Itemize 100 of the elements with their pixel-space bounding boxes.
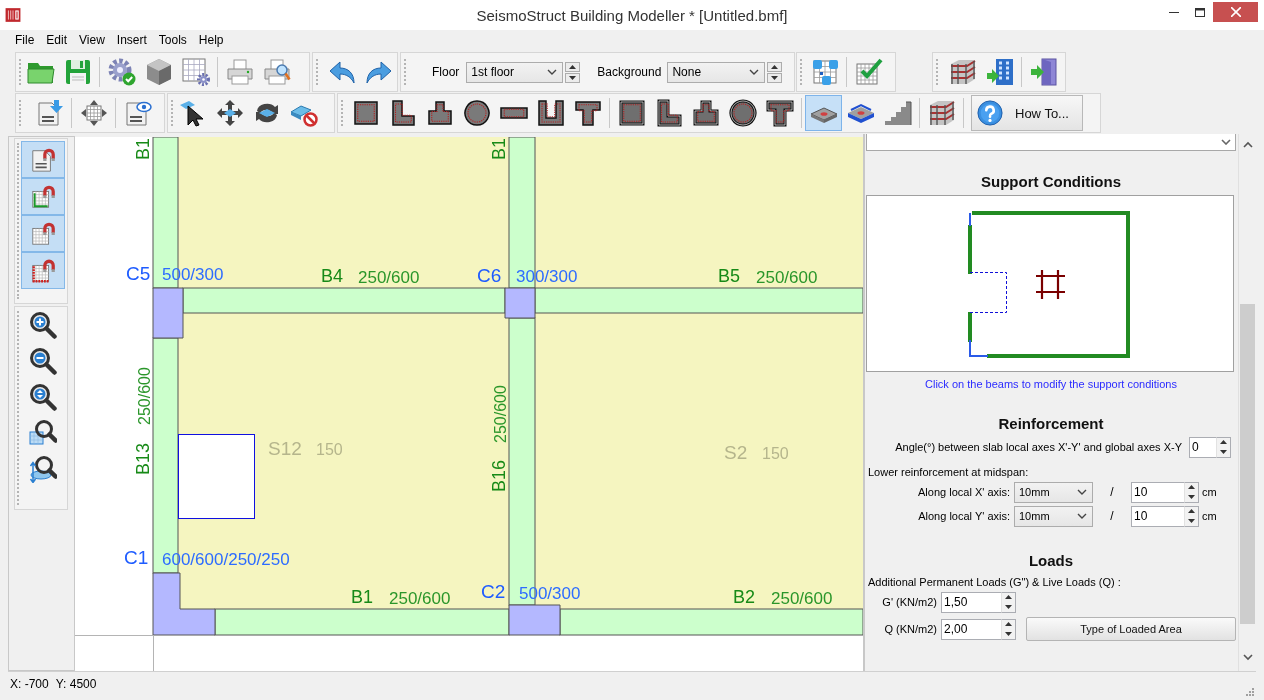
spin-down-button[interactable] bbox=[565, 72, 581, 83]
document-arrow-icon[interactable] bbox=[35, 99, 64, 127]
building-arrow-icon[interactable] bbox=[985, 58, 1014, 86]
spacing-field[interactable]: 10 bbox=[1131, 505, 1184, 527]
grid-arrows-icon[interactable] bbox=[79, 99, 108, 127]
caret-up-icon bbox=[1188, 509, 1195, 514]
menu-item[interactable]: View bbox=[73, 30, 111, 50]
caret-up-icon bbox=[569, 64, 577, 69]
scroll-down-icon[interactable] bbox=[1242, 654, 1253, 661]
beam-label: B13 bbox=[133, 442, 153, 475]
spinner-arrows[interactable] bbox=[1001, 591, 1016, 613]
resize-grip-icon[interactable] bbox=[1244, 686, 1254, 696]
column[interactable] bbox=[152, 572, 216, 636]
building-frame-icon[interactable] bbox=[948, 58, 977, 86]
menu-item[interactable]: Help bbox=[192, 30, 230, 50]
numbered-grid-icon[interactable] bbox=[810, 58, 839, 86]
zoom-out-icon[interactable] bbox=[29, 347, 57, 375]
bar-size-dropdown[interactable]: 10mm bbox=[1014, 505, 1093, 527]
magnifier-grid-icon[interactable] bbox=[29, 419, 57, 447]
scrollbar[interactable] bbox=[1238, 134, 1256, 671]
field-label: Along local Y' axis: bbox=[917, 510, 1011, 522]
printer-magnifier-icon[interactable] bbox=[262, 58, 291, 86]
beam-label: B5 bbox=[718, 266, 741, 286]
menu-item[interactable]: Insert bbox=[110, 30, 153, 50]
t-section-icon bbox=[765, 99, 794, 127]
snap-toggle-button[interactable] bbox=[21, 215, 65, 252]
slab-edge[interactable] bbox=[969, 340, 988, 357]
spinner-arrows[interactable] bbox=[1216, 436, 1231, 458]
opening-outline bbox=[969, 272, 1007, 313]
column-label: C2 bbox=[481, 581, 506, 602]
app-icon bbox=[5, 7, 21, 23]
column-label: C1 bbox=[124, 547, 149, 568]
undo-icon[interactable] bbox=[327, 58, 356, 86]
spinner-arrows[interactable] bbox=[1184, 505, 1199, 527]
bar-size-dropdown[interactable]: 10mm bbox=[1014, 481, 1093, 503]
spin-up-button[interactable] bbox=[767, 61, 783, 72]
floor-dropdown[interactable]: 1st floor bbox=[466, 61, 564, 83]
minimize-icon[interactable] bbox=[1169, 11, 1179, 13]
magnifier-arrows-icon[interactable] bbox=[29, 383, 57, 411]
column-section-label: 300/300 bbox=[516, 267, 578, 286]
support-diagram[interactable] bbox=[866, 195, 1234, 372]
status-text: X: -700 bbox=[10, 677, 49, 691]
beam-section-label: 250/600 bbox=[135, 367, 153, 425]
section-heading: Loads bbox=[1027, 551, 1075, 571]
door-arrow-icon[interactable] bbox=[1029, 58, 1058, 86]
grid-check-icon[interactable] bbox=[854, 58, 883, 86]
maximize-icon[interactable] bbox=[1195, 7, 1205, 17]
scroll-up-icon[interactable] bbox=[1242, 141, 1253, 148]
caret-down-icon bbox=[1188, 494, 1195, 499]
column-label: C5 bbox=[126, 263, 151, 284]
magnifier-layer-icon[interactable] bbox=[29, 455, 57, 483]
document-eye-icon[interactable] bbox=[123, 99, 152, 127]
angle-field[interactable]: 0 bbox=[1189, 436, 1216, 458]
field-label: G' (KN/m2) bbox=[881, 596, 938, 608]
slab-label: S2 bbox=[724, 442, 748, 463]
menu-item[interactable]: Edit bbox=[40, 30, 74, 50]
load-field[interactable]: 1,50 bbox=[941, 591, 1001, 613]
background-dropdown[interactable]: None bbox=[667, 61, 766, 83]
snap-toggle-button[interactable] bbox=[21, 178, 65, 215]
gear-check-icon[interactable] bbox=[107, 58, 136, 86]
square-section-icon bbox=[351, 99, 380, 127]
circular-section-icon bbox=[728, 99, 757, 127]
spinner-arrows[interactable] bbox=[1184, 481, 1199, 503]
beam-section-label: 250/600 bbox=[771, 589, 833, 608]
how-to-button[interactable]: How To... bbox=[971, 95, 1083, 131]
menu-item[interactable]: Tools bbox=[152, 30, 193, 50]
beam-section-label: 250/600 bbox=[756, 268, 818, 287]
snap-toggle-button[interactable] bbox=[21, 141, 65, 178]
unit-label: cm bbox=[1201, 486, 1218, 498]
slab-thickness-label: 150 bbox=[316, 441, 343, 458]
document-magnet-icon bbox=[30, 146, 56, 173]
loaded-area-button[interactable]: Type of Loaded Area bbox=[1026, 617, 1236, 641]
slab-opening[interactable] bbox=[178, 434, 255, 519]
move-icon[interactable] bbox=[215, 99, 244, 127]
scrollbar-thumb[interactable] bbox=[1240, 304, 1255, 624]
redo-icon[interactable] bbox=[364, 58, 393, 86]
chevron-down-icon[interactable] bbox=[1221, 139, 1231, 145]
slab-button[interactable] bbox=[805, 95, 842, 131]
column-section-label: 500/300 bbox=[519, 584, 581, 603]
building-frame-icon[interactable] bbox=[927, 99, 956, 127]
close-button[interactable] bbox=[1213, 2, 1258, 22]
cube-icon[interactable] bbox=[144, 58, 173, 86]
snap-toggle-button[interactable] bbox=[21, 252, 65, 289]
beam-label: B1 bbox=[351, 587, 374, 607]
column-section-label: 600/600/250/250 bbox=[162, 550, 290, 569]
caret-up-icon bbox=[1188, 485, 1195, 490]
spacing-field[interactable]: 10 bbox=[1131, 481, 1184, 503]
zoom-in-icon[interactable] bbox=[29, 311, 57, 339]
menu-item[interactable]: File bbox=[9, 30, 41, 50]
grid-gear-icon[interactable] bbox=[181, 58, 210, 86]
slab-thickness-label: 150 bbox=[762, 445, 789, 462]
rebar-grid-icon bbox=[1034, 268, 1067, 301]
spinner-arrows[interactable] bbox=[1001, 618, 1016, 640]
stepped-section-icon bbox=[691, 99, 720, 127]
column-section-label: 500/300 bbox=[162, 265, 224, 284]
spin-up-button[interactable] bbox=[565, 61, 581, 72]
spin-down-button[interactable] bbox=[767, 72, 783, 83]
drawing-canvas[interactable]: B1 B1 B4 250/600 B5 250/600 B13 250/600 B16 250/600 B1 250/600 B2 250/600 C5 500/300 C6 300/300 C1 600/600/250/250 C2 500/300 S12 150 S2 150 bbox=[75, 137, 863, 671]
load-field[interactable]: 2,00 bbox=[941, 618, 1001, 640]
section-heading: Reinforcement bbox=[997, 414, 1105, 434]
